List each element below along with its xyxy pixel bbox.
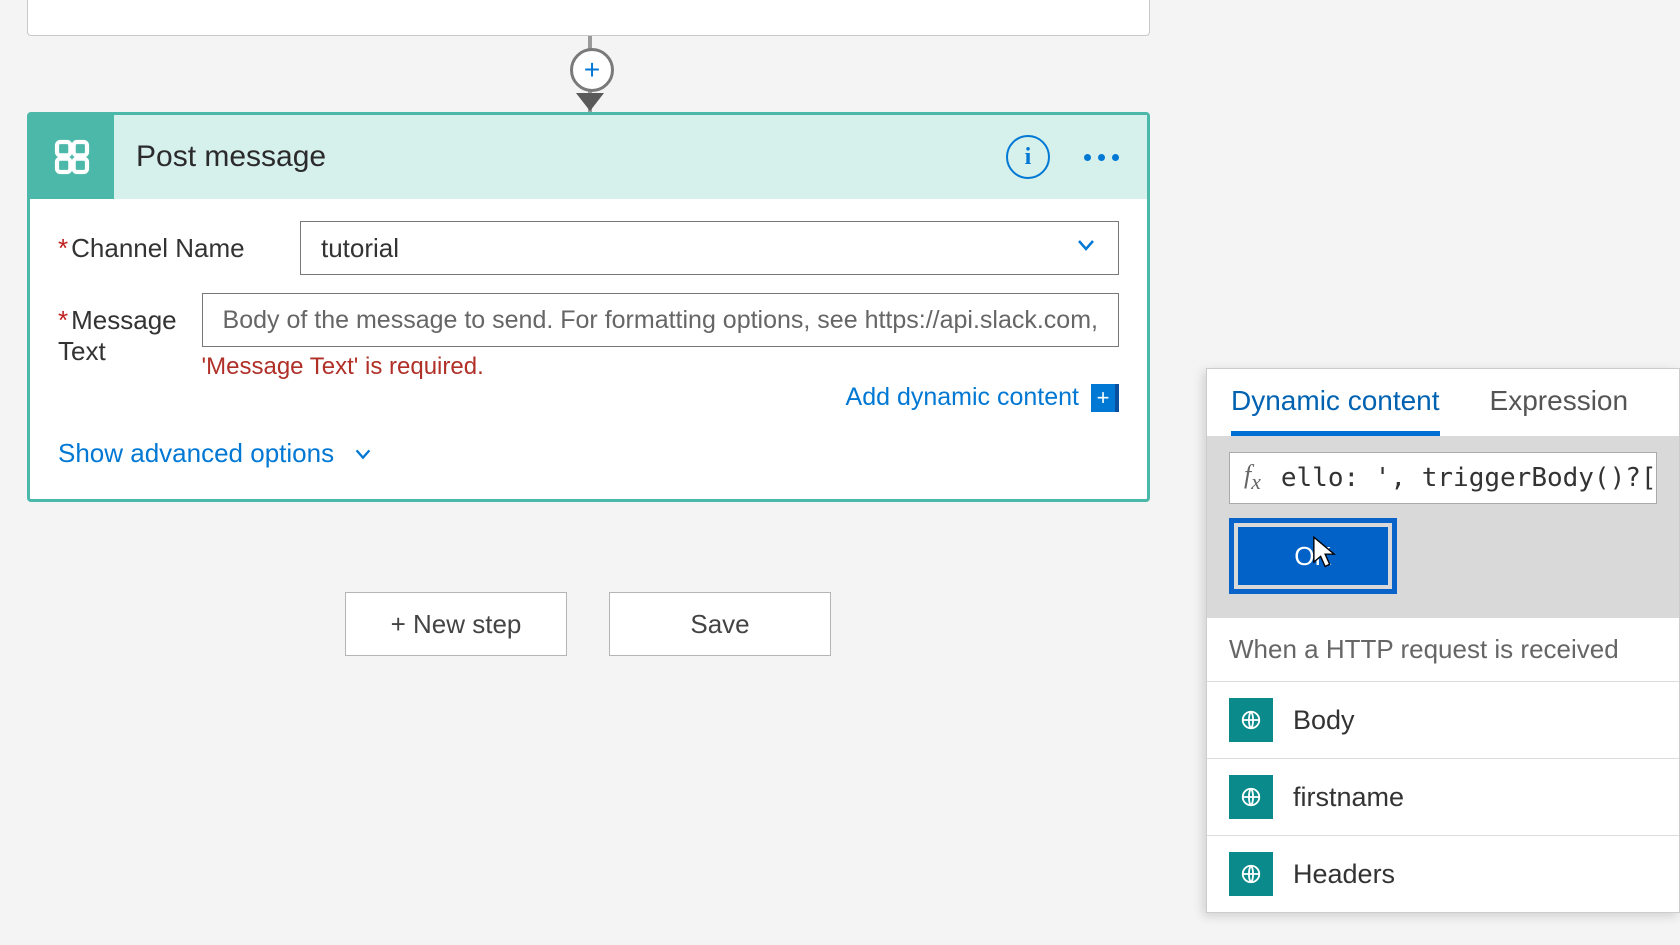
slack-icon	[30, 115, 114, 199]
save-button[interactable]: Save	[609, 592, 831, 656]
message-text-label: *Message Text	[58, 293, 202, 367]
channel-name-value: tutorial	[321, 233, 399, 264]
channel-name-select[interactable]: tutorial	[300, 221, 1119, 275]
fx-icon: fx	[1244, 460, 1261, 495]
more-menu-icon[interactable]	[1084, 154, 1129, 161]
message-text-error: 'Message Text' is required.	[202, 353, 1119, 381]
add-dynamic-plus-icon[interactable]: +	[1091, 384, 1119, 412]
insert-step-button[interactable]: +	[570, 48, 614, 92]
chevron-down-icon	[1074, 233, 1098, 264]
tab-dynamic-content[interactable]: Dynamic content	[1231, 385, 1440, 436]
http-icon	[1229, 775, 1273, 819]
previous-step-card[interactable]	[27, 0, 1150, 36]
channel-name-label: *Channel Name	[58, 221, 300, 264]
dynamic-item-headers[interactable]: Headers	[1207, 835, 1679, 912]
ok-button[interactable]: OK	[1238, 527, 1388, 585]
dynamic-item-firstname[interactable]: firstname	[1207, 758, 1679, 835]
info-icon[interactable]: i	[1006, 135, 1050, 179]
tab-expression[interactable]: Expression	[1490, 385, 1629, 436]
new-step-button[interactable]: + New step	[345, 592, 567, 656]
chevron-down-icon	[352, 443, 374, 465]
http-icon	[1229, 852, 1273, 896]
card-header[interactable]: Post message i	[30, 115, 1147, 199]
post-message-card: Post message i *Channel Name tutorial *M…	[27, 112, 1150, 502]
add-dynamic-content-link[interactable]: Add dynamic content	[846, 383, 1079, 412]
dynamic-item-body[interactable]: Body	[1207, 681, 1679, 758]
message-text-input[interactable]: Body of the message to send. For formatt…	[202, 293, 1119, 347]
card-body: *Channel Name tutorial *Message Text Bod…	[30, 199, 1147, 499]
dynamic-content-panel: Dynamic content Expression fx ello: ', t…	[1206, 368, 1680, 913]
http-icon	[1229, 698, 1273, 742]
show-advanced-options-link[interactable]: Show advanced options	[58, 438, 1119, 469]
flow-arrow	[576, 93, 604, 111]
dynamic-content-section-title: When a HTTP request is received	[1207, 618, 1679, 681]
ok-button-highlight: OK	[1229, 518, 1397, 594]
card-title: Post message	[114, 140, 1006, 174]
expression-input[interactable]: fx ello: ', triggerBody()?['f	[1229, 452, 1657, 504]
